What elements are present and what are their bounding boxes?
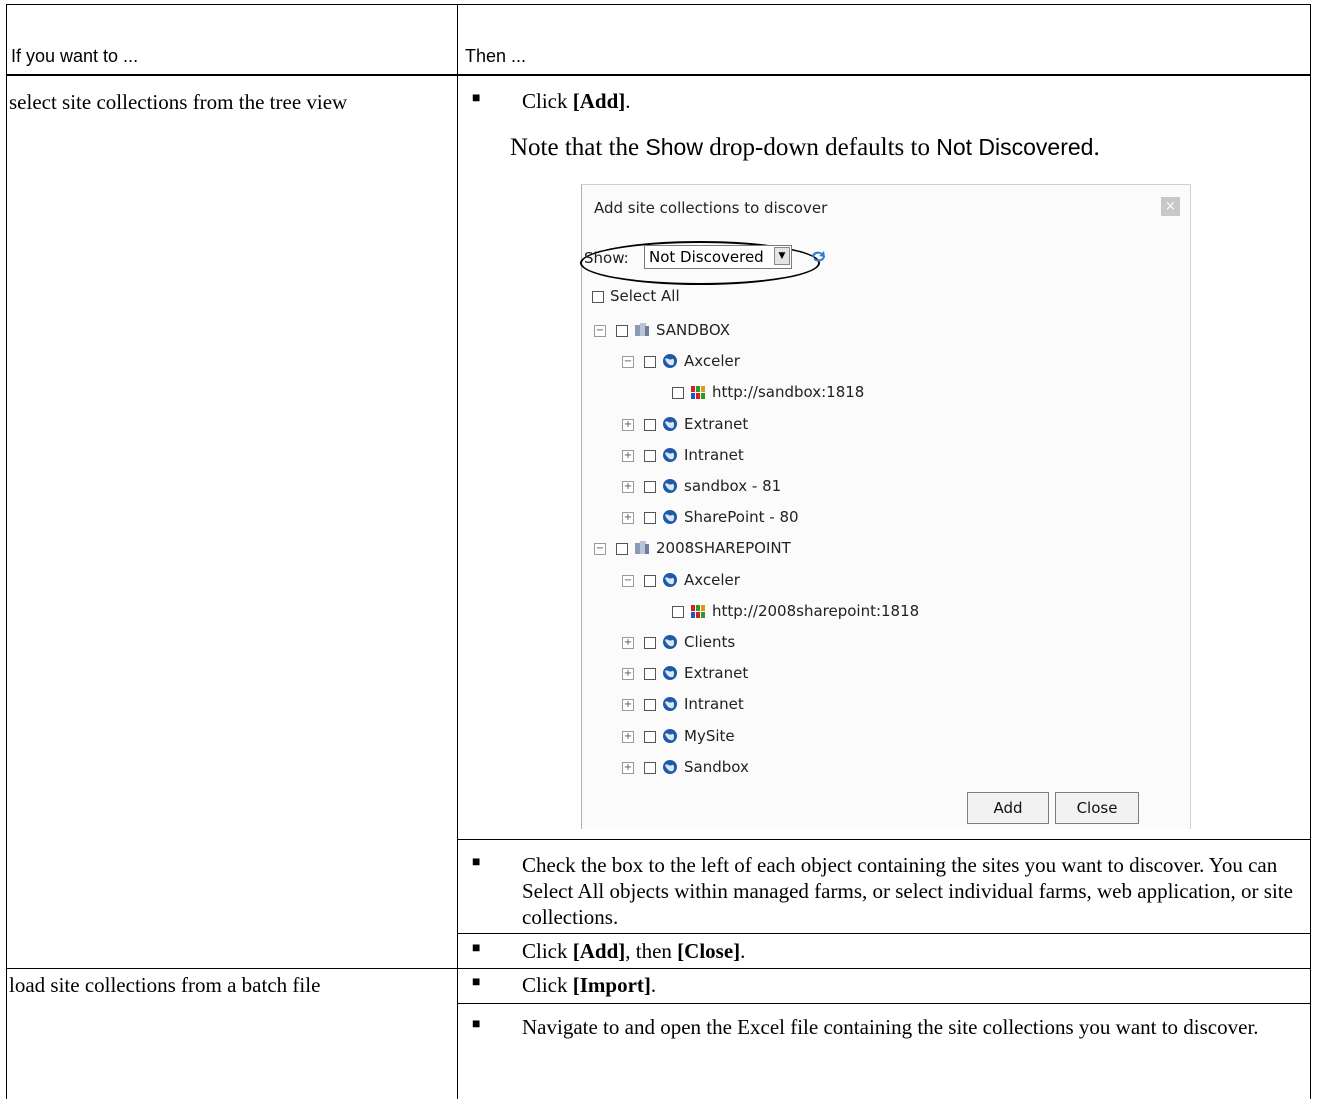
site-collection-icon	[691, 386, 705, 400]
tree-item-label: Intranet	[684, 445, 744, 464]
add-button[interactable]: Add	[967, 792, 1049, 824]
tree-item-label: Axceler	[684, 352, 740, 371]
row2-bullet-click-import: ■ Click [Import].	[472, 972, 1307, 1000]
close-button[interactable]: Close	[1055, 792, 1139, 824]
server-icon	[635, 323, 649, 336]
tree-item-label: Axceler	[684, 570, 740, 589]
expand-icon[interactable]: +	[622, 637, 634, 649]
globe-icon	[663, 572, 677, 587]
tree-item-label: sandbox - 81	[684, 477, 782, 495]
expand-icon[interactable]: +	[622, 449, 634, 462]
tree-item-label: http://2008sharepoint:1818	[712, 601, 920, 620]
globe-icon	[663, 354, 677, 369]
refresh-icon[interactable]	[809, 248, 827, 264]
chevron-down-icon[interactable]: ▼	[774, 247, 790, 265]
show-dropdown[interactable]: Not Discovered ▼	[644, 245, 792, 269]
expand-icon[interactable]: +	[622, 761, 634, 774]
header-right: Then ...	[465, 46, 527, 66]
collapse-icon[interactable]: −	[594, 325, 606, 337]
table-column-divider	[457, 4, 458, 1099]
dialog-close-icon[interactable]: ×	[1161, 197, 1180, 216]
row2-task: load site collections from a batch file	[9, 973, 321, 997]
tree-item-label: Intranet	[684, 695, 744, 714]
expand-icon[interactable]: +	[622, 418, 634, 431]
globe-icon	[663, 479, 677, 493]
expand-icon[interactable]: +	[622, 668, 634, 681]
bullet-text: Click [Add], then [Close].	[522, 939, 746, 963]
tree-item-checkbox[interactable]	[644, 637, 656, 649]
globe-icon	[663, 728, 677, 743]
bullet-marker: ■	[472, 91, 481, 106]
bullet-marker: ■	[472, 941, 481, 956]
expand-icon[interactable]: +	[622, 512, 634, 525]
tree-item-checkbox[interactable]	[644, 512, 656, 525]
tree-item-checkbox[interactable]	[644, 481, 656, 493]
bullet-marker: ■	[472, 1017, 481, 1032]
tree-item-label: Extranet	[684, 664, 749, 683]
tree-item-label: SANDBOX	[656, 321, 730, 339]
tree-item-checkbox[interactable]	[644, 418, 656, 431]
tree-item-label: MySite	[684, 726, 735, 745]
tree-item-checkbox[interactable]	[616, 543, 628, 556]
expand-icon[interactable]: +	[622, 481, 634, 493]
tree-item-checkbox[interactable]	[672, 387, 684, 400]
dialog-title: Add site collections to discover	[594, 199, 828, 217]
tree-item-label: SharePoint - 80	[684, 508, 799, 527]
tree-item-checkbox[interactable]	[644, 730, 656, 743]
tree-item-checkbox[interactable]	[644, 668, 656, 681]
bullet-marker: ■	[472, 855, 481, 870]
select-all-label: Select All	[610, 287, 680, 305]
bullet-text: Click [Import].	[522, 973, 657, 997]
tree-item-checkbox[interactable]	[644, 761, 656, 774]
site-collection-icon	[691, 604, 705, 618]
tree-item-checkbox[interactable]	[616, 325, 628, 337]
row2-bullet-navigate: ■ Navigate to and open the Excel file co…	[472, 1014, 1307, 1074]
add-site-collections-dialog: Add site collections to discover × Show:…	[580, 184, 1191, 829]
table-border-left	[6, 4, 7, 1099]
tree-item-checkbox[interactable]	[644, 574, 656, 587]
header-divider	[6, 74, 1311, 76]
tree-item-checkbox[interactable]	[644, 699, 656, 712]
bullet-text: Navigate to and open the Excel file cont…	[522, 1015, 1259, 1039]
row1-bullet-click-add-close: ■ Click [Add], then [Close].	[472, 938, 1307, 966]
show-dropdown-note: Note that the Show drop-down defaults to…	[510, 134, 1100, 161]
tree-item-label: Extranet	[684, 414, 749, 433]
tree-item-label: http://sandbox:1818	[712, 383, 865, 402]
tree-item-label: Sandbox	[684, 757, 749, 776]
expand-icon[interactable]: +	[622, 730, 634, 743]
tree-item-checkbox[interactable]	[644, 356, 656, 369]
bullet-marker: ■	[472, 975, 481, 990]
globe-icon	[663, 759, 677, 774]
tree-item-checkbox[interactable]	[672, 605, 684, 618]
globe-icon	[663, 510, 677, 525]
row2-divider-sub	[457, 1003, 1311, 1004]
row1-task: select site collections from the tree vi…	[9, 90, 348, 114]
select-all-checkbox[interactable]	[592, 291, 604, 303]
table-border-top	[6, 4, 1311, 5]
globe-icon	[663, 447, 677, 462]
row1-divider-sub	[457, 839, 1311, 840]
show-dropdown-value: Not Discovered	[649, 248, 764, 266]
collapse-icon[interactable]: −	[622, 574, 634, 587]
server-icon	[635, 541, 649, 555]
globe-icon	[663, 635, 677, 649]
collapse-icon[interactable]: −	[622, 356, 634, 369]
show-label: Show:	[584, 249, 629, 267]
globe-icon	[663, 697, 677, 712]
bullet-text: Click [Add].	[522, 89, 631, 113]
globe-icon	[663, 666, 677, 681]
tree-item-label: Clients	[684, 633, 736, 651]
collapse-icon[interactable]: −	[594, 543, 606, 556]
tree-item-label: 2008SHAREPOINT	[656, 539, 791, 558]
row-divider	[6, 968, 1311, 969]
row1-bullet-click-add: ■ Click [Add].	[472, 88, 1307, 116]
expand-icon[interactable]: +	[622, 699, 634, 712]
bullet-text: Check the box to the left of each object…	[522, 853, 1293, 929]
row1-bullet-check-box: ■ Check the box to the left of each obje…	[472, 852, 1307, 932]
tree-item-checkbox[interactable]	[644, 449, 656, 462]
header-left: If you want to ...	[11, 46, 139, 66]
globe-icon	[663, 416, 677, 431]
table-border-right	[1310, 4, 1311, 1099]
row1-divider-sub2	[457, 933, 1311, 934]
